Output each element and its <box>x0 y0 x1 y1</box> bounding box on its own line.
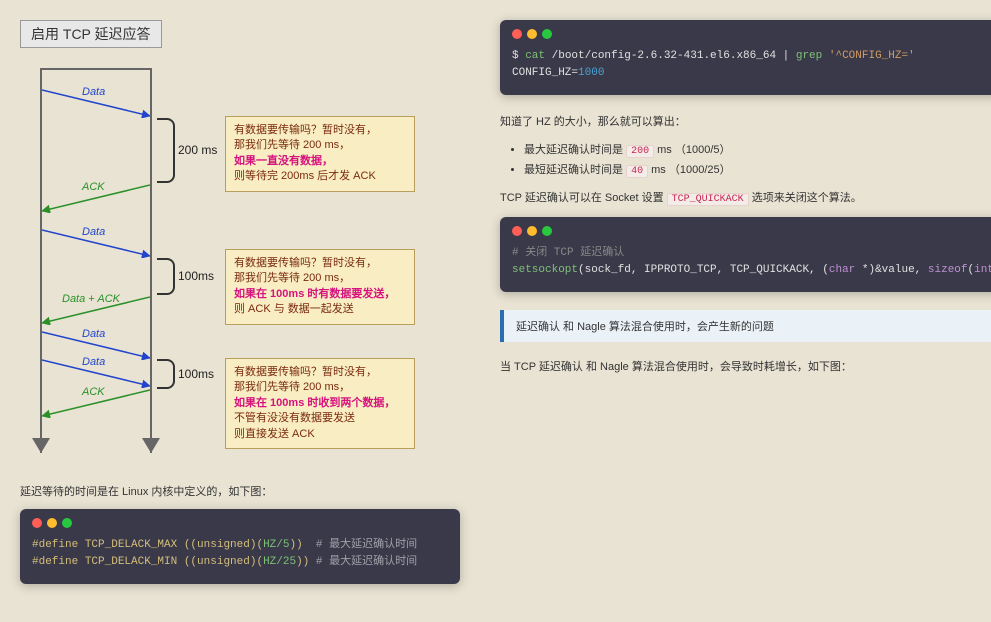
blockquote-nagle: 延迟确认 和 Nagle 算法混合使用时，会产生新的问题 <box>500 310 991 342</box>
msg-data-4: Data <box>42 358 150 388</box>
close-icon <box>512 29 522 39</box>
maximize-icon <box>62 518 72 528</box>
annotation-3: 有数据要传输吗？暂时没有， 那我们先等待 200 ms， 如果在 100ms 时… <box>225 358 415 449</box>
window-dots <box>512 225 991 239</box>
close-icon <box>32 518 42 528</box>
terminal-body: # 关闭 TCP 延迟确认 setsockopt(sock_fd, IPPROT… <box>512 245 991 278</box>
diagram-title: 启用 TCP 延迟应答 <box>20 20 162 48</box>
minimize-icon <box>527 29 537 39</box>
timeline-right <box>150 68 152 453</box>
value-200: 200 <box>626 145 654 158</box>
window-dots <box>32 517 448 531</box>
window-dots <box>512 28 991 42</box>
terminal-config-hz: $ cat /boot/config-2.6.32-431.el6.x86_64… <box>500 20 991 95</box>
annotation-1: 有数据要传输吗？暂时没有， 那我们先等待 200 ms， 如果一直没有数据， 则… <box>225 116 415 192</box>
tcp-delayed-ack-diagram: Data 200 ms 有数据要传输吗？暂时没有， 那我们先等待 200 ms，… <box>20 58 440 468</box>
annotation-2: 有数据要传输吗？暂时没有， 那我们先等待 200 ms， 如果在 100ms 时… <box>225 249 415 325</box>
msg-ack-2: ACK <box>42 388 150 418</box>
paragraph-nagle-mix: 当 TCP 延迟确认 和 Nagle 算法混合使用时，会导致时耗增长，如下图： <box>500 358 991 374</box>
terminal-setsockopt: # 关闭 TCP 延迟确认 setsockopt(sock_fd, IPPROT… <box>500 217 991 292</box>
msg-data-1: Data <box>42 88 150 118</box>
paragraph-hz-known: 知道了 HZ 的大小，那么就可以算出： <box>500 113 991 129</box>
terminal-body: #define TCP_DELACK_MAX ((unsigned)(HZ/5)… <box>32 537 448 570</box>
maximize-icon <box>542 226 552 236</box>
bracket-label-2: 100ms <box>178 269 214 283</box>
msg-ack-1: ACK <box>42 183 150 213</box>
delay-bullets: 最大延迟确认时间是 200 ms （1000/5） 最短延迟确认时间是 40 m… <box>500 141 991 177</box>
bracket-2 <box>157 258 175 295</box>
left-caption: 延迟等待的时间是在 Linux 内核中定义的，如下图： <box>20 483 460 499</box>
close-icon <box>512 226 522 236</box>
bracket-3 <box>157 359 175 389</box>
timeline-top <box>40 68 150 70</box>
msg-data-2: Data <box>42 228 150 258</box>
paragraph-quickack: TCP 延迟确认可以在 Socket 设置 TCP_QUICKACK 选项来关闭… <box>500 189 991 205</box>
terminal-body: $ cat /boot/config-2.6.32-431.el6.x86_64… <box>512 48 991 81</box>
value-40: 40 <box>626 165 648 178</box>
bracket-1 <box>157 118 175 183</box>
bullet-max-delay: 最大延迟确认时间是 200 ms （1000/5） <box>524 141 991 157</box>
minimize-icon <box>527 226 537 236</box>
terminal-delack-define: #define TCP_DELACK_MAX ((unsigned)(HZ/5)… <box>20 509 460 584</box>
minimize-icon <box>47 518 57 528</box>
code-tcp-quickack: TCP_QUICKACK <box>667 193 749 206</box>
bracket-label-1: 200 ms <box>178 143 217 157</box>
right-column: $ cat /boot/config-2.6.32-431.el6.x86_64… <box>500 20 991 602</box>
msg-dataack: Data + ACK <box>42 295 150 325</box>
bracket-label-3: 100ms <box>178 367 214 381</box>
bullet-min-delay: 最短延迟确认时间是 40 ms （1000/25） <box>524 161 991 177</box>
maximize-icon <box>542 29 552 39</box>
left-column: 启用 TCP 延迟应答 Data 200 ms 有数据要传输吗？暂时没有， 那我… <box>20 20 460 602</box>
